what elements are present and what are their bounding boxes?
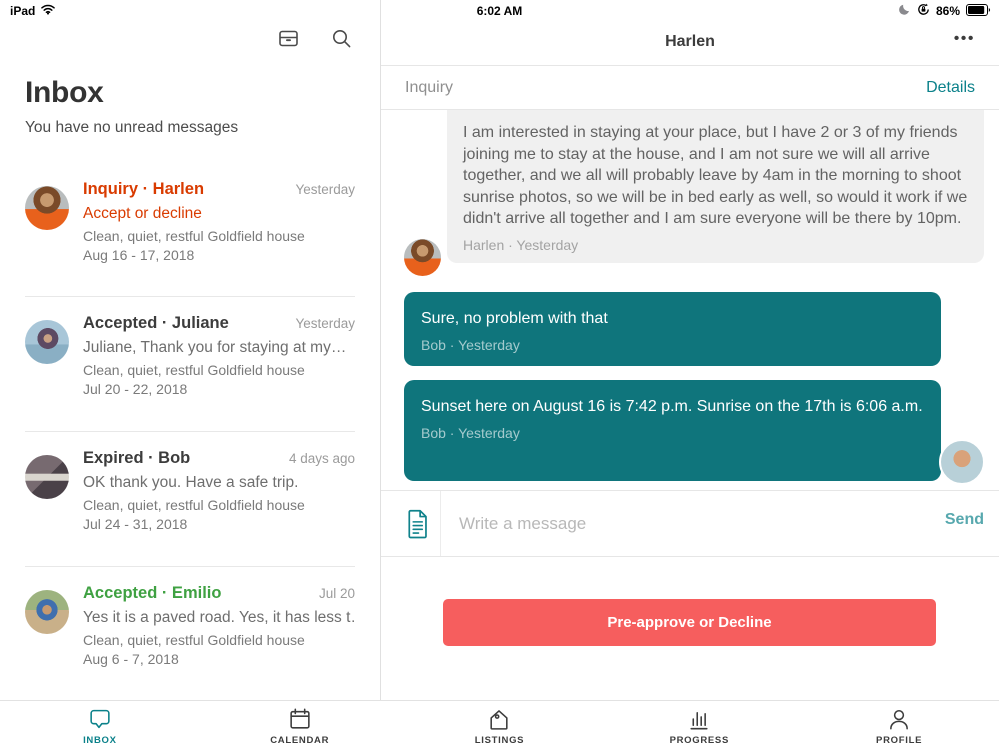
tab-progress[interactable]: PROGRESS (599, 701, 799, 749)
calendar-icon (287, 707, 313, 732)
tab-bar: INBOX CALENDAR LISTINGS (0, 700, 999, 749)
inbox-list-item-bob[interactable]: Expired · Bob 4 days ago OK thank you. H… (25, 449, 355, 532)
person-icon (886, 707, 912, 732)
search-icon[interactable] (330, 27, 353, 50)
item-listing: Clean, quiet, restful Goldfield house (83, 362, 355, 378)
context-bar: Inquiry Details (381, 66, 999, 110)
inbox-list-item-emilio[interactable]: Accepted · Emilio Jul 20 Yes it is a pav… (25, 584, 355, 667)
more-options-icon[interactable]: ••• (954, 30, 975, 48)
chat-bubble-icon (87, 707, 113, 732)
divider (25, 296, 355, 297)
tab-label: PROGRESS (670, 735, 729, 746)
inbox-list-item-harlen[interactable]: Inquiry · Harlen Yesterday Accept or dec… (25, 180, 355, 263)
host-avatar (939, 439, 985, 485)
conversation-title: Harlen (381, 33, 999, 51)
page-title: Inbox (25, 76, 104, 110)
status-bar: iPad 6:02 AM (0, 0, 999, 22)
item-time: Yesterday (295, 182, 355, 197)
item-preview: OK thank you. Have a safe trip. (83, 474, 355, 492)
message-composer: Send (381, 490, 999, 557)
bar-chart-icon (686, 707, 712, 732)
saved-messages-icon[interactable] (403, 507, 433, 546)
archive-icon[interactable] (277, 27, 300, 50)
avatar (25, 320, 69, 364)
rotation-lock-icon (917, 3, 930, 19)
guest-message-bubble: I am interested in staying at your place… (447, 110, 984, 263)
message-input[interactable] (459, 491, 879, 556)
avatar (25, 186, 69, 230)
inbox-list-item-juliane[interactable]: Accepted · Juliane Yesterday Juliane, Th… (25, 314, 355, 397)
battery-percent: 86% (936, 4, 960, 18)
message-meta: Harlen · Yesterday (463, 237, 968, 253)
message-text: I am interested in staying at your place… (463, 122, 968, 230)
item-preview: Yes it is a paved road. Yes, it has less… (83, 609, 355, 627)
house-icon (486, 707, 512, 732)
message-meta: Bob · Yesterday (421, 337, 924, 353)
divider (25, 566, 355, 567)
tab-profile[interactable]: PROFILE (799, 701, 999, 749)
message-text: Sunset here on August 16 is 7:42 p.m. Su… (421, 396, 924, 418)
moon-icon (898, 3, 911, 19)
item-dates: Jul 20 - 22, 2018 (83, 381, 355, 397)
send-button[interactable]: Send (945, 511, 984, 529)
item-listing: Clean, quiet, restful Goldfield house (83, 632, 355, 648)
item-time: Yesterday (295, 316, 355, 331)
clock: 6:02 AM (0, 4, 999, 18)
item-title: Expired · Bob (83, 449, 190, 468)
item-time: Jul 20 (319, 586, 355, 601)
conversation-panel: Harlen ••• Inquiry Details I am interest… (381, 0, 999, 700)
inbox-panel: Inbox You have no unread messages Inquir… (0, 0, 381, 700)
tab-calendar[interactable]: CALENDAR (200, 701, 400, 749)
item-listing: Clean, quiet, restful Goldfield house (83, 497, 355, 513)
message-text: Sure, no problem with that (421, 308, 924, 330)
item-listing: Clean, quiet, restful Goldfield house (83, 228, 355, 244)
app-screen: iPad 6:02 AM (0, 0, 999, 749)
divider (440, 491, 441, 556)
item-preview: Accept or decline (83, 205, 355, 223)
item-dates: Jul 24 - 31, 2018 (83, 516, 355, 532)
inquiry-label: Inquiry (405, 79, 453, 97)
tab-label: PROFILE (876, 735, 922, 746)
tab-label: CALENDAR (270, 735, 329, 746)
item-title: Accepted · Juliane (83, 314, 229, 333)
host-message-bubble: Sunset here on August 16 is 7:42 p.m. Su… (404, 380, 941, 481)
avatar (25, 455, 69, 499)
item-dates: Aug 16 - 17, 2018 (83, 247, 355, 263)
tab-inbox[interactable]: INBOX (0, 701, 200, 749)
item-title: Accepted · Emilio (83, 584, 221, 603)
message-meta: Bob · Yesterday (421, 425, 924, 441)
guest-avatar (404, 239, 441, 276)
message-thread: I am interested in staying at your place… (381, 110, 999, 490)
tab-listings[interactable]: LISTINGS (400, 701, 600, 749)
pre-approve-or-decline-button[interactable]: Pre-approve or Decline (443, 599, 936, 646)
details-link[interactable]: Details (926, 79, 975, 97)
tab-label: INBOX (83, 735, 117, 746)
battery-icon (966, 4, 991, 19)
host-message-bubble: Sure, no problem with that Bob · Yesterd… (404, 292, 941, 366)
unread-status: You have no unread messages (25, 119, 238, 137)
item-time: 4 days ago (289, 451, 355, 466)
item-preview: Juliane, Thank you for staying at my… (83, 339, 355, 357)
item-dates: Aug 6 - 7, 2018 (83, 651, 355, 667)
item-title: Inquiry · Harlen (83, 180, 204, 199)
tab-label: LISTINGS (475, 735, 524, 746)
divider (25, 431, 355, 432)
status-right: 86% (898, 3, 991, 19)
avatar (25, 590, 69, 634)
